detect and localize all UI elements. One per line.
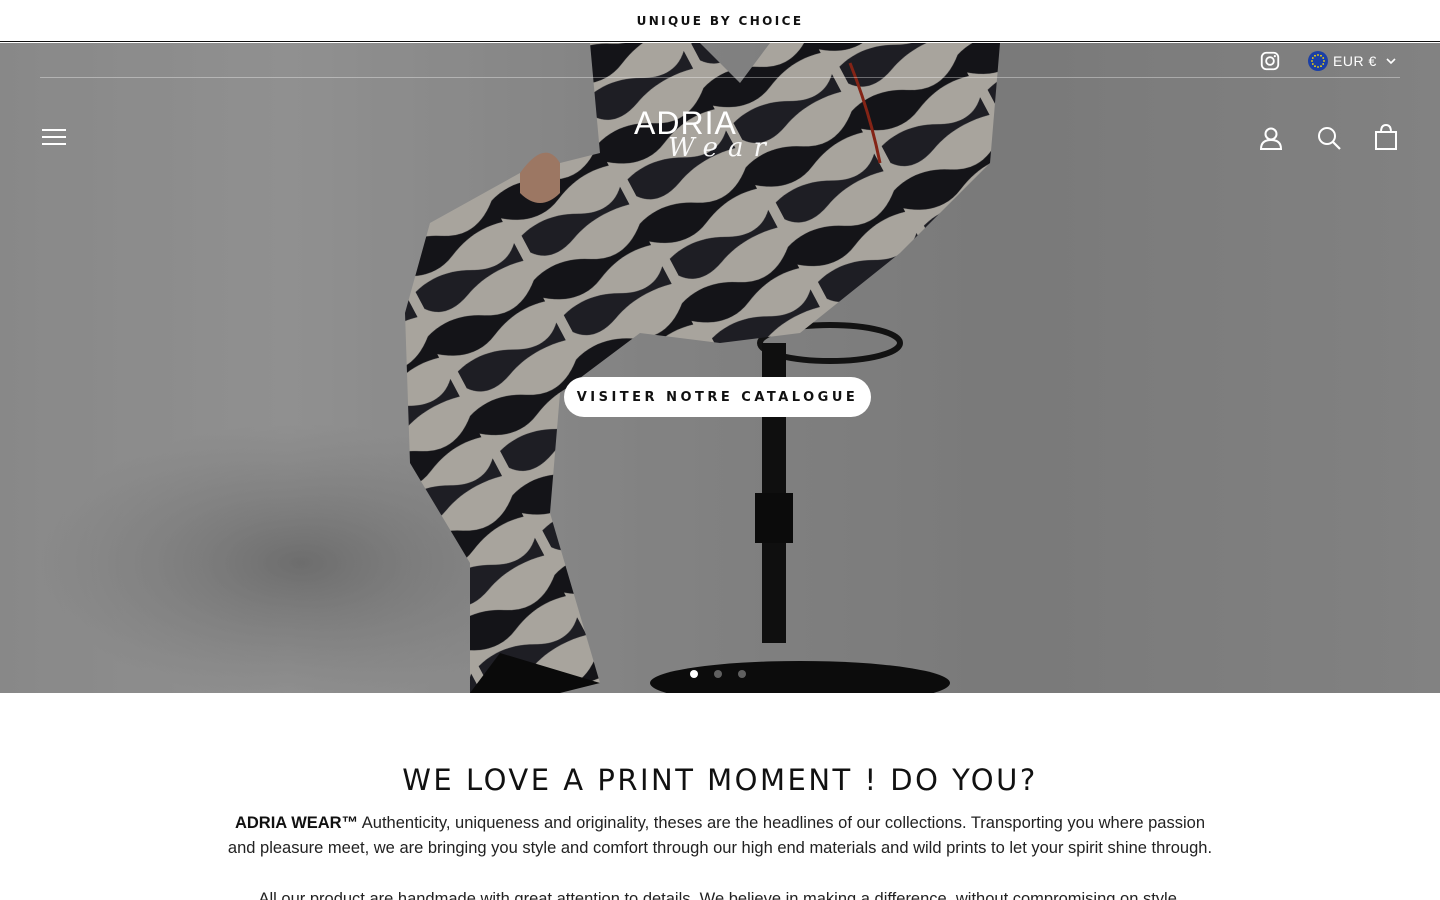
utility-bar: EUR € [40,43,1400,78]
hamburger-menu-icon[interactable] [40,125,68,149]
brand-name: ADRIA WEAR™ [234,814,359,832]
eu-flag-icon [1308,51,1328,71]
site-logo[interactable]: ADRIA Wear [630,101,810,165]
logo-script: Wear [668,133,776,163]
hero-slideshow: EUR € ADRIA Wear VISITER NOTRE CATALOGUE [0,43,1440,693]
slide-pagination [690,669,746,679]
slide-dot-2[interactable] [714,670,722,678]
search-icon[interactable] [1316,125,1342,151]
slide-dot-3[interactable] [738,670,746,678]
announcement-text: UNIQUE BY CHOICE [636,13,804,28]
cta-label: VISITER NOTRE CATALOGUE [576,389,859,405]
announcement-bar: UNIQUE BY CHOICE [0,0,1440,42]
chevron-down-icon [1386,58,1396,65]
section-heading: WE LOVE A PRINT MOMENT ! DO YOU? [402,763,1038,797]
currency-selector[interactable]: EUR € [1308,49,1397,73]
intro-paragraph-1-text: Authenticity, uniqueness and originality… [227,814,1213,857]
currency-label: EUR € [1333,53,1377,69]
intro-paragraph-1: ADRIA WEAR™ Authenticity, uniqueness and… [220,811,1220,861]
intro-paragraph-2: All our product are handmade with great … [258,890,1182,900]
intro-section: WE LOVE A PRINT MOMENT ! DO YOU? ADRIA W… [0,693,1440,900]
instagram-icon[interactable] [1259,50,1281,72]
account-icon[interactable] [1258,125,1284,151]
visit-catalogue-button[interactable]: VISITER NOTRE CATALOGUE [564,377,871,417]
slide-dot-1[interactable] [690,670,698,678]
shopping-bag-icon[interactable] [1372,123,1400,151]
